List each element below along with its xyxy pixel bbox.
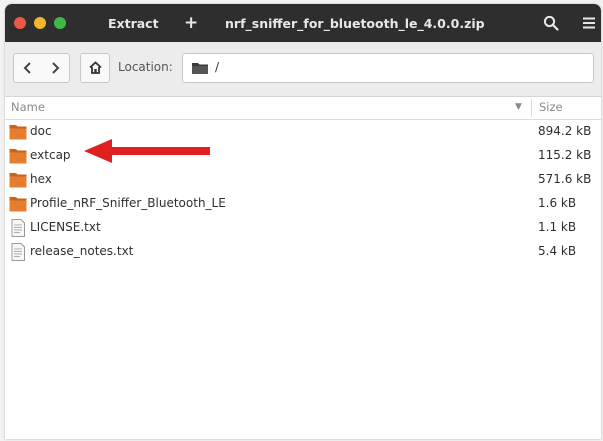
- file-list-header: Name ▼ Size: [5, 97, 601, 120]
- extract-button[interactable]: Extract: [108, 16, 159, 31]
- location-field[interactable]: /: [182, 53, 594, 83]
- file-row[interactable]: hex 571.6 kB: [5, 168, 601, 192]
- name-column-header[interactable]: Name: [11, 100, 45, 114]
- file-row[interactable]: release_notes.txt 5.4 kB: [5, 240, 601, 264]
- location-toolbar: Location: /: [5, 42, 601, 97]
- file-row[interactable]: Profile_nRF_Sniffer_Bluetooth_LE 1.6 kB: [5, 192, 601, 216]
- folder-icon: [9, 149, 27, 164]
- text-file-icon: [11, 243, 25, 261]
- file-size: 1.6 kB: [538, 196, 577, 210]
- archive-manager-window: Extract + nrf_sniffer_for_bluetooth_le_4…: [5, 4, 601, 439]
- close-window-button[interactable]: [14, 17, 26, 29]
- window-title: nrf_sniffer_for_bluetooth_le_4.0.0.zip: [225, 16, 485, 31]
- home-button[interactable]: [80, 53, 110, 83]
- file-size: 115.2 kB: [538, 148, 592, 162]
- text-file-icon: [11, 219, 25, 237]
- folder-icon: [192, 63, 208, 74]
- titlebar: Extract + nrf_sniffer_for_bluetooth_le_4…: [5, 4, 601, 42]
- size-column-header[interactable]: Size: [539, 100, 563, 114]
- file-row[interactable]: LICENSE.txt 1.1 kB: [5, 216, 601, 240]
- file-name: extcap: [30, 148, 71, 162]
- hamburger-menu-icon[interactable]: [582, 16, 596, 30]
- folder-icon: [9, 197, 27, 212]
- file-size: 5.4 kB: [538, 244, 577, 258]
- file-name: doc: [30, 124, 52, 138]
- sort-descending-icon[interactable]: ▼: [515, 102, 522, 112]
- home-icon: [89, 61, 102, 74]
- folder-icon: [9, 173, 27, 188]
- location-path: /: [215, 60, 220, 74]
- file-name: release_notes.txt: [30, 244, 134, 258]
- file-size: 894.2 kB: [538, 124, 592, 138]
- file-name: Profile_nRF_Sniffer_Bluetooth_LE: [30, 196, 226, 210]
- forward-button[interactable]: [41, 53, 70, 83]
- file-size: 1.1 kB: [538, 220, 577, 234]
- search-icon[interactable]: [543, 15, 559, 31]
- minimize-window-button[interactable]: [34, 17, 46, 29]
- red-arrow-annotation: [84, 139, 210, 163]
- column-divider[interactable]: [531, 99, 532, 117]
- chevron-right-icon: [52, 62, 60, 74]
- file-name: hex: [30, 172, 52, 186]
- folder-icon: [9, 125, 27, 140]
- location-label: Location:: [118, 60, 173, 74]
- add-files-button[interactable]: +: [184, 13, 198, 33]
- file-name: LICENSE.txt: [30, 220, 101, 234]
- maximize-window-button[interactable]: [54, 17, 66, 29]
- back-button[interactable]: [13, 53, 43, 83]
- chevron-left-icon: [23, 62, 31, 74]
- file-size: 571.6 kB: [538, 172, 592, 186]
